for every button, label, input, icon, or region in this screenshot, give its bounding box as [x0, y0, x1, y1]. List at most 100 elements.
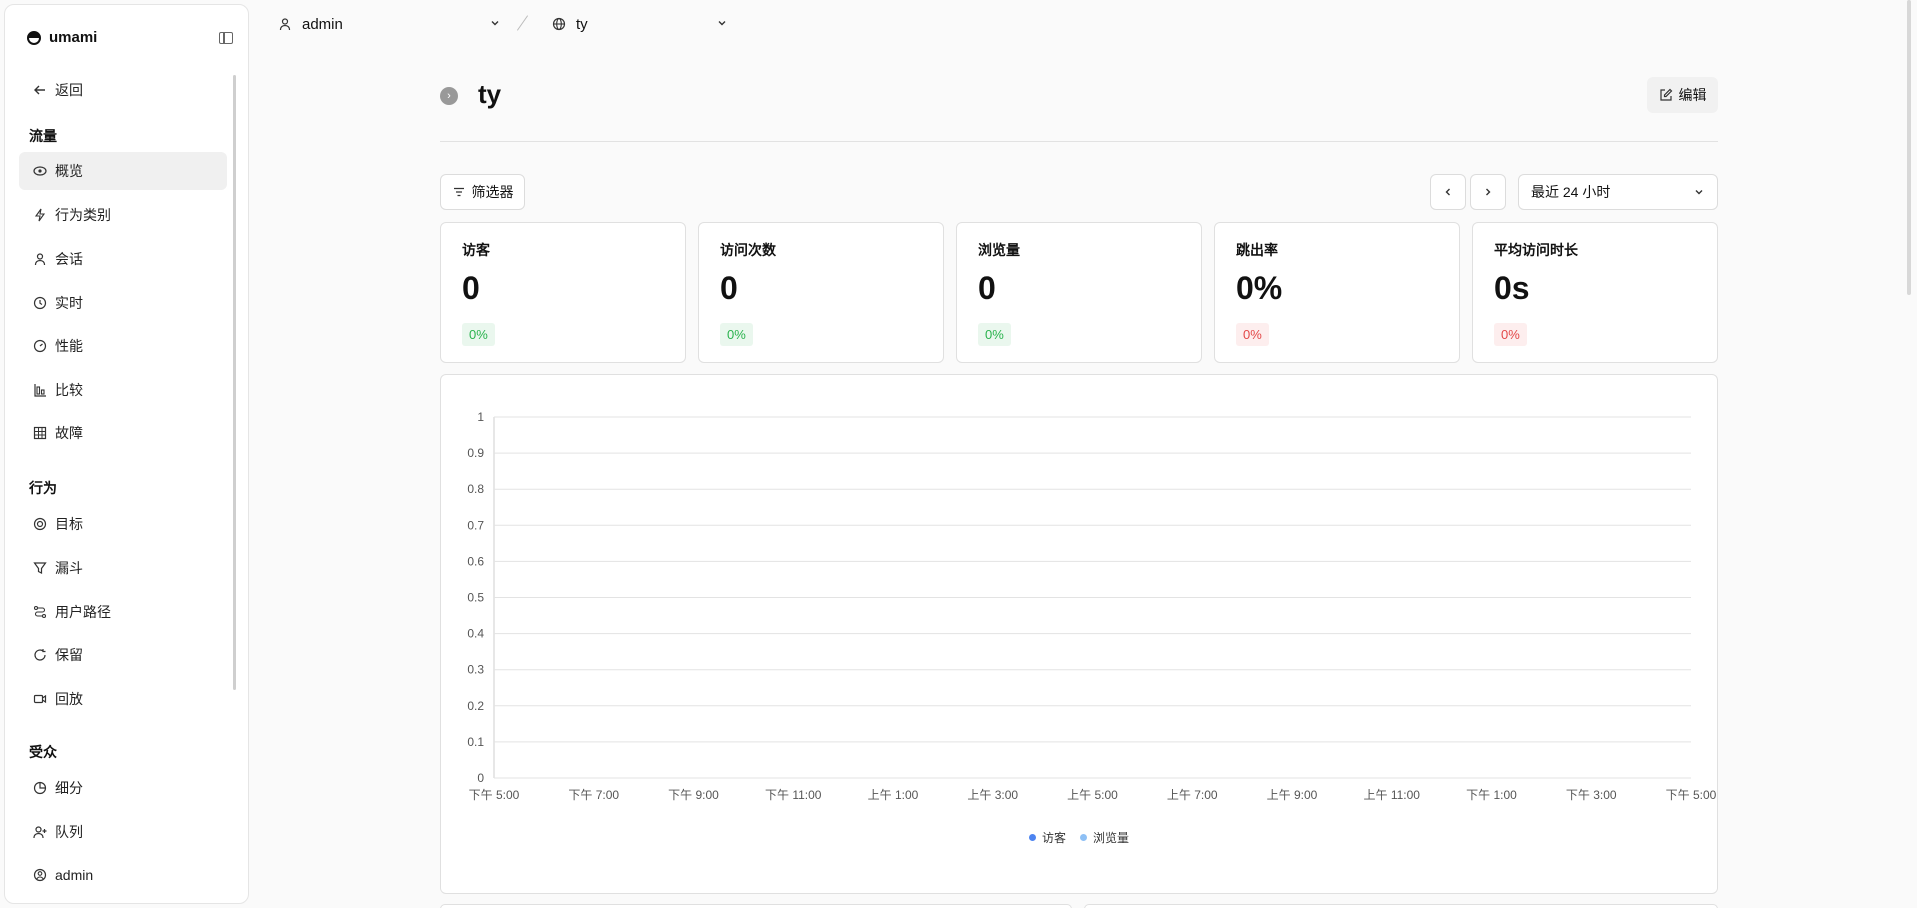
- x-tick-label: 下午 11:00: [765, 788, 822, 802]
- eye-icon: [33, 164, 47, 178]
- breadcrumb-separator: [516, 15, 529, 31]
- back-link[interactable]: 返回: [19, 71, 227, 109]
- page-scrollbar[interactable]: [1907, 0, 1911, 295]
- y-tick-label: 0.4: [467, 627, 484, 641]
- sidebar-item-label: 细分: [55, 780, 83, 796]
- website-name: ty: [576, 15, 588, 33]
- sidebar-item-goals[interactable]: 目标: [19, 505, 227, 543]
- metric-card-views: 浏览量 0 0%: [956, 222, 1202, 363]
- y-tick-label: 0.3: [467, 663, 484, 677]
- sidebar-item-segments[interactable]: 细分: [19, 769, 227, 807]
- filter-label: 筛选器: [471, 184, 514, 200]
- chevron-right-icon: [1486, 188, 1491, 196]
- retention-icon: [33, 648, 47, 662]
- section-behavior: 行为: [29, 480, 57, 496]
- y-tick-label: 0.2: [467, 699, 484, 713]
- funnel-icon: [33, 561, 47, 575]
- website-selector[interactable]: ty: [552, 12, 588, 36]
- y-tick-label: 0.9: [467, 446, 484, 460]
- sidebar-item-funnel[interactable]: 漏斗: [19, 549, 227, 587]
- sidebar-item-compare[interactable]: 比较: [19, 371, 227, 409]
- metric-card-visit-duration: 平均访问时长 0s 0%: [1472, 222, 1718, 363]
- sidebar-item-label: 概览: [55, 163, 83, 179]
- metric-value: 0: [462, 270, 480, 306]
- legend-item-views[interactable]: 浏览量: [1080, 829, 1129, 846]
- sidebar-item-label: 用户路径: [55, 604, 111, 620]
- back-label: 返回: [55, 82, 83, 98]
- x-tick-label: 下午 9:00: [668, 788, 719, 802]
- chart-legend: 访客 浏览量: [441, 829, 1717, 846]
- metric-value: 0%: [1236, 270, 1283, 306]
- sidebar-item-sessions[interactable]: 会话: [19, 240, 227, 278]
- x-tick-label: 下午 5:00: [469, 788, 520, 802]
- metric-change-badge: 0%: [720, 323, 753, 346]
- user-profile[interactable]: admin: [19, 856, 227, 894]
- x-tick-label: 下午 3:00: [1566, 788, 1617, 802]
- brand[interactable]: umami: [27, 29, 97, 46]
- edit-button[interactable]: 编辑: [1647, 77, 1718, 113]
- sidebar-item-replay[interactable]: 回放: [19, 680, 227, 718]
- metric-label: 平均访问时长: [1494, 242, 1578, 258]
- user-icon: [278, 17, 292, 31]
- user-plus-icon: [33, 825, 47, 839]
- sidebar-item-breakdown[interactable]: 故障: [19, 414, 227, 452]
- x-tick-label: 上午 7:00: [1167, 788, 1218, 802]
- metric-change-badge: 0%: [462, 323, 495, 346]
- sidebar-item-realtime[interactable]: 实时: [19, 284, 227, 322]
- umami-logo-icon: [27, 30, 41, 45]
- y-tick-label: 0.5: [467, 591, 484, 605]
- y-tick-label: 1: [477, 410, 484, 424]
- chevron-down-icon: [1695, 190, 1703, 195]
- sidebar-item-overview[interactable]: 概览: [19, 152, 227, 190]
- sidebar-item-label: 比较: [55, 382, 83, 398]
- grid-icon: [33, 426, 47, 440]
- website-favicon-icon: ›: [440, 87, 458, 105]
- prev-range-button[interactable]: [1430, 174, 1466, 210]
- x-tick-label: 下午 1:00: [1466, 788, 1517, 802]
- x-tick-label: 上午 9:00: [1267, 788, 1318, 802]
- filter-icon: [452, 185, 466, 199]
- clock-icon: [33, 296, 47, 310]
- sidebar-item-label: 保留: [55, 647, 83, 663]
- legend-item-visitors[interactable]: 访客: [1028, 829, 1066, 846]
- metric-change-badge: 0%: [1494, 323, 1527, 346]
- arrow-left-icon: [33, 83, 47, 97]
- sidebar: umami 返回 流量 概览 行为类别 会话 实时 性能 比较 故障 行为 目标…: [4, 4, 249, 904]
- date-range-select[interactable]: 最近 24 小时: [1518, 174, 1718, 210]
- sidebar-item-label: 性能: [55, 338, 83, 354]
- x-tick-label: 上午 5:00: [1067, 788, 1118, 802]
- filter-button[interactable]: 筛选器: [440, 174, 525, 210]
- legend-label: 访客: [1041, 831, 1066, 845]
- date-range-value: 最近 24 小时: [1531, 184, 1611, 200]
- x-tick-label: 上午 3:00: [967, 788, 1018, 802]
- y-tick-label: 0.1: [467, 735, 484, 749]
- x-tick-label: 下午 5:00: [1666, 788, 1717, 802]
- chevron-down-icon[interactable]: [489, 17, 501, 29]
- sidebar-item-user-path[interactable]: 用户路径: [19, 593, 227, 631]
- sidebar-item-label: 目标: [55, 516, 83, 532]
- metric-value: 0: [720, 270, 738, 306]
- edit-icon: [1659, 88, 1673, 102]
- sidebar-item-label: 会话: [55, 251, 83, 267]
- pie-icon: [33, 781, 47, 795]
- user-circle-icon: [33, 868, 47, 882]
- next-range-button[interactable]: [1470, 174, 1506, 210]
- metric-card-bounce-rate: 跳出率 0% 0%: [1214, 222, 1460, 363]
- sidebar-scrollbar[interactable]: [233, 75, 236, 690]
- chevron-down-icon[interactable]: [716, 17, 728, 29]
- sidebar-item-label: 回放: [55, 691, 83, 707]
- brand-name: umami: [49, 29, 98, 46]
- sidebar-item-performance[interactable]: 性能: [19, 327, 227, 365]
- sidebar-item-retention[interactable]: 保留: [19, 636, 227, 674]
- header-divider: [440, 141, 1718, 142]
- legend-dot-icon: [1028, 834, 1036, 841]
- sidebar-collapse-icon[interactable]: [219, 32, 233, 44]
- sidebar-item-cohorts[interactable]: 队列: [19, 813, 227, 851]
- sidebar-item-events[interactable]: 行为类别: [19, 196, 227, 234]
- visitors-views-chart: 0 0.1 0.2 0.3 0.4 0.5 0.6 0.7 0.8 0.9 1 下午 5:00 下午 7…: [467, 410, 1717, 802]
- metric-value: 0s: [1494, 270, 1530, 306]
- bottom-panel-left: [440, 904, 1072, 908]
- metric-label: 访客: [462, 242, 490, 258]
- y-tick-label: 0.8: [467, 482, 484, 496]
- team-selector[interactable]: admin: [278, 12, 343, 36]
